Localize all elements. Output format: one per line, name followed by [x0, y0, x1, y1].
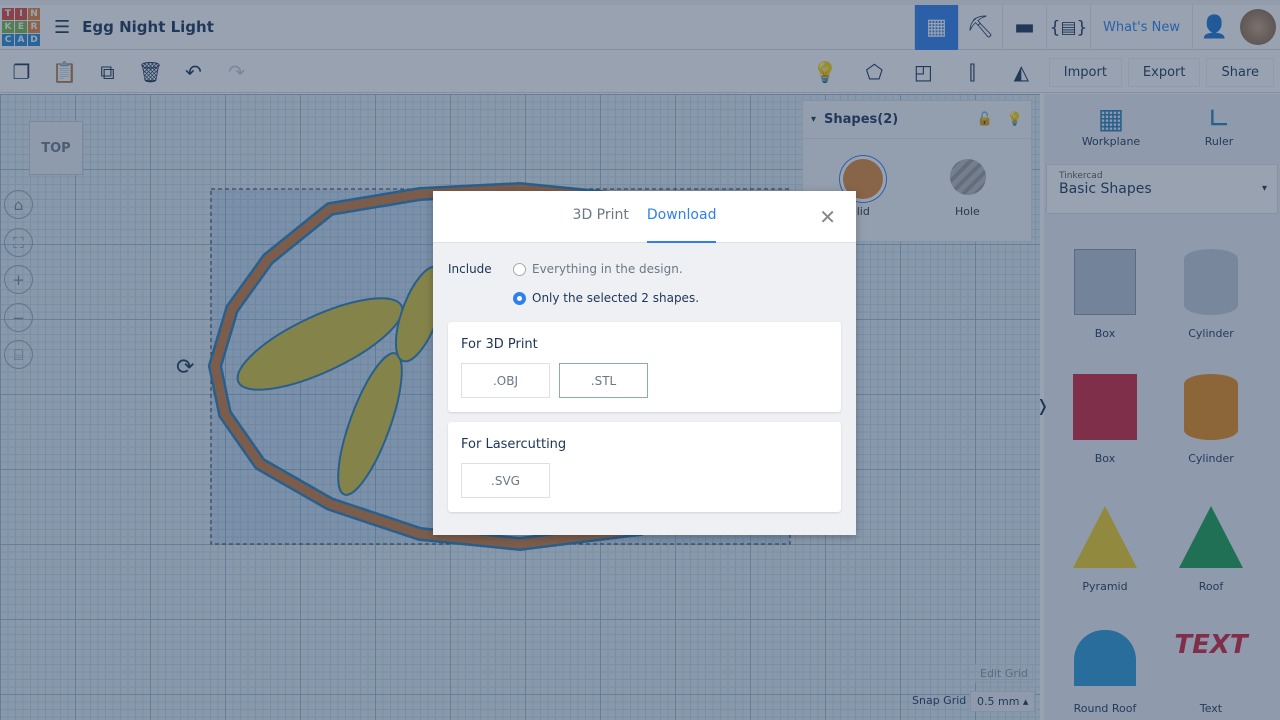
close-icon[interactable]: ✕: [819, 205, 836, 229]
tab-download[interactable]: Download: [646, 191, 717, 243]
radio-unchecked-icon: [513, 262, 526, 276]
radio-everything[interactable]: Everything in the design.: [513, 262, 683, 276]
tab-3d-print[interactable]: 3D Print: [573, 191, 629, 243]
radio-checked-icon: [513, 291, 526, 305]
stl-button[interactable]: .STL: [559, 363, 648, 398]
export-dialog: 3D Print Download ✕ Include Everything i…: [433, 191, 856, 535]
radio-label: Everything in the design.: [532, 262, 683, 276]
print-section: For 3D Print .OBJ .STL: [448, 322, 841, 412]
laser-section: For Lasercutting .SVG: [448, 422, 841, 512]
obj-button[interactable]: .OBJ: [461, 363, 550, 398]
include-label: Include: [448, 262, 492, 276]
sidebar-collapse-icon[interactable]: ❭: [1036, 396, 1049, 415]
svg-button[interactable]: .SVG: [461, 463, 550, 498]
laser-section-title: For Lasercutting: [461, 437, 567, 452]
radio-label: Only the selected 2 shapes.: [532, 291, 700, 305]
print-section-title: For 3D Print: [461, 337, 538, 352]
radio-selected-shapes[interactable]: Only the selected 2 shapes.: [513, 291, 699, 305]
